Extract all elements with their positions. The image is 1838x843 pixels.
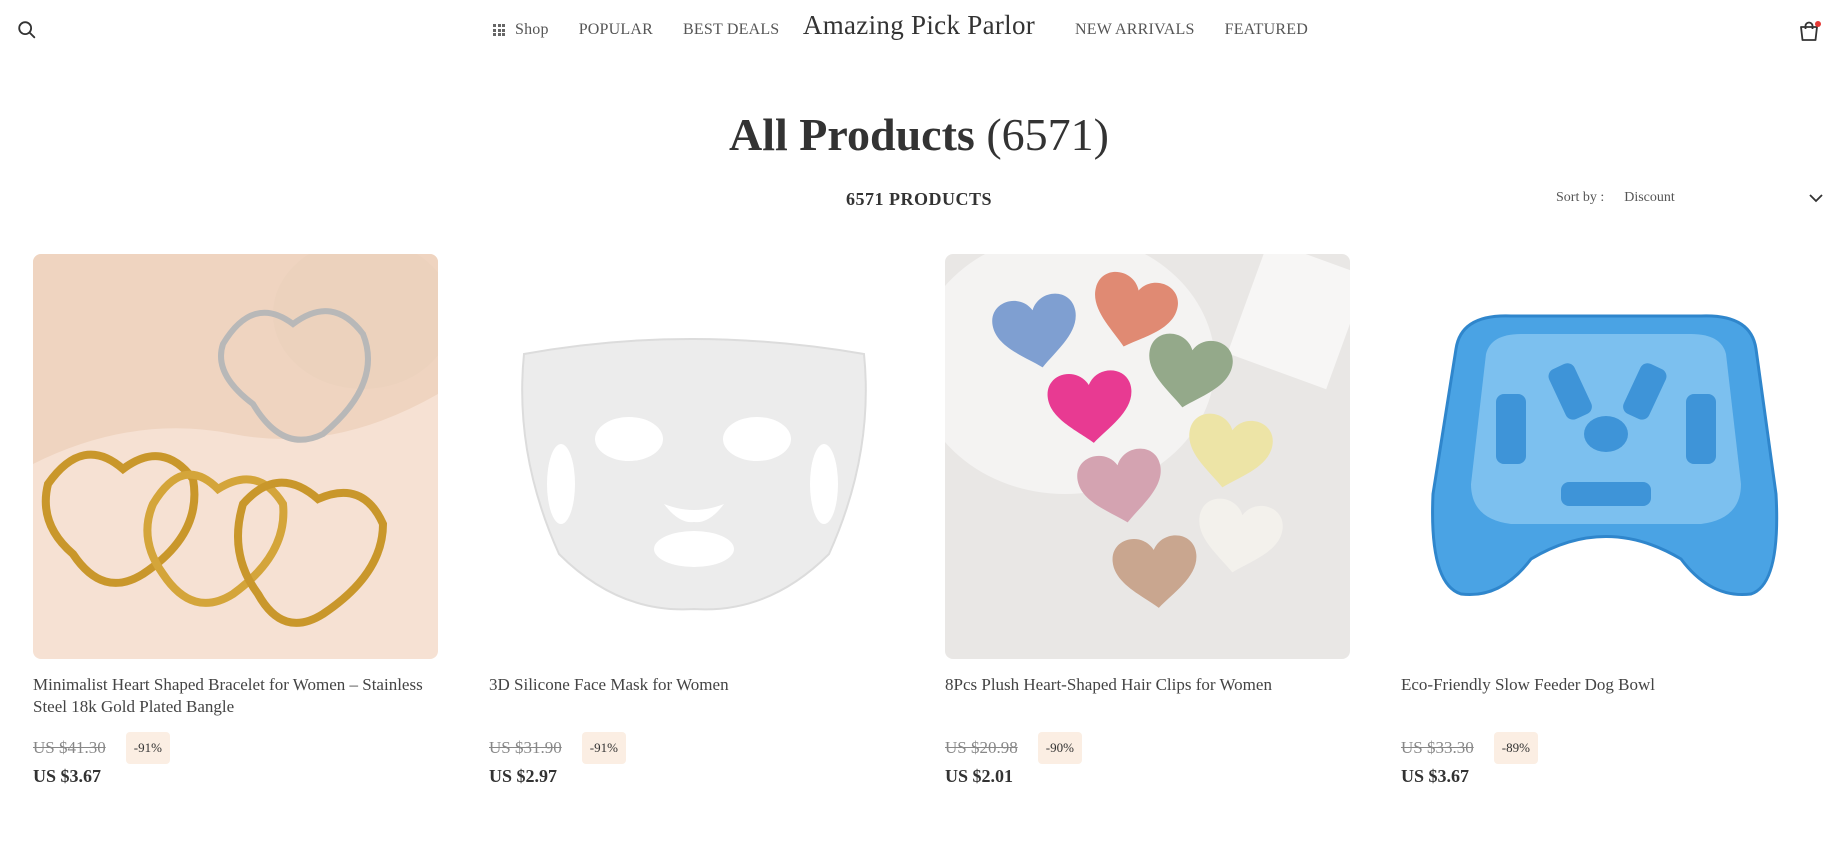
discount-badge: -91% xyxy=(581,732,626,764)
chevron-down-icon xyxy=(1809,194,1823,203)
discount-badge: -91% xyxy=(125,732,170,764)
product-title[interactable]: 3D Silicone Face Mask for Women xyxy=(489,674,894,718)
product-card[interactable]: Minimalist Heart Shaped Bracelet for Wom… xyxy=(33,254,438,787)
nav-item-popular[interactable]: POPULAR xyxy=(579,21,653,39)
page-title-count: (6571) xyxy=(986,109,1109,160)
nav-item-new-arrivals[interactable]: NEW ARRIVALS xyxy=(1075,21,1195,39)
discount-badge: -89% xyxy=(1493,732,1538,764)
sale-price: US $3.67 xyxy=(33,766,102,786)
grid-icon xyxy=(493,24,505,36)
discount-badge: -90% xyxy=(1037,732,1082,764)
nav-item-featured[interactable]: FEATURED xyxy=(1225,21,1308,39)
cart-badge xyxy=(1815,21,1821,27)
original-price: US $33.30 xyxy=(1401,738,1474,757)
silicone-face-mask-image[interactable] xyxy=(489,254,894,659)
original-price: US $31.90 xyxy=(489,738,562,757)
nav-item-label: POPULAR xyxy=(578,21,654,38)
site-header: Shop POPULAR BEST DEALS Amazing Pick Par… xyxy=(0,0,1838,60)
price-row: US $33.30 -89% xyxy=(1401,732,1806,764)
gold-heart-bangles-image[interactable] xyxy=(33,254,438,659)
brand-name[interactable]: Amazing Pick Parlor xyxy=(803,10,1035,40)
product-grid: Minimalist Heart Shaped Bracelet for Wom… xyxy=(33,254,1806,787)
plush-heart-hair-clips-image[interactable] xyxy=(945,254,1350,659)
product-card[interactable]: 8Pcs Plush Heart-Shaped Hair Clips for W… xyxy=(945,254,1350,787)
sale-price: US $3.67 xyxy=(1401,766,1470,786)
page-title-main: All Products xyxy=(729,109,975,160)
search-icon[interactable] xyxy=(16,19,38,41)
sort-control: Sort by : Discount xyxy=(1556,190,1824,206)
page-title: All Products (6571) xyxy=(0,108,1838,161)
product-card[interactable]: Eco-Friendly Slow Feeder Dog Bowl US $33… xyxy=(1401,254,1806,787)
nav-item-label: Shop xyxy=(515,21,549,38)
nav-item-shop[interactable]: Shop xyxy=(493,21,549,39)
product-title[interactable]: Minimalist Heart Shaped Bracelet for Wom… xyxy=(33,674,438,718)
sort-label: Sort by : xyxy=(1556,190,1605,205)
nav-item-label: BEST DEALS xyxy=(683,21,780,38)
cart-button[interactable] xyxy=(1797,19,1821,43)
nav-item-best-deals[interactable]: BEST DEALS xyxy=(683,21,779,39)
sale-price: US $2.01 xyxy=(945,766,1014,786)
product-title[interactable]: 8Pcs Plush Heart-Shaped Hair Clips for W… xyxy=(945,674,1350,718)
original-price: US $20.98 xyxy=(945,738,1018,757)
sort-value: Discount xyxy=(1624,190,1675,205)
sale-price: US $2.97 xyxy=(489,766,558,786)
original-price: US $41.30 xyxy=(33,738,106,757)
blue-slow-feeder-bowl-image[interactable] xyxy=(1401,254,1806,659)
nav-item-label: NEW ARRIVALS xyxy=(1075,21,1195,38)
sort-dropdown[interactable]: Discount xyxy=(1624,190,1824,206)
price-row: US $20.98 -90% xyxy=(945,732,1350,764)
price-row: US $41.30 -91% xyxy=(33,732,438,764)
nav-item-label: FEATURED xyxy=(1224,21,1308,38)
nav-left: Shop POPULAR BEST DEALS xyxy=(493,0,809,60)
product-card[interactable]: 3D Silicone Face Mask for Women US $31.9… xyxy=(489,254,894,787)
brand-logo: Amazing Pick Parlor xyxy=(0,10,1838,41)
product-title[interactable]: Eco-Friendly Slow Feeder Dog Bowl xyxy=(1401,674,1806,718)
nav-right: NEW ARRIVALS FEATURED xyxy=(1075,0,1338,60)
price-row: US $31.90 -91% xyxy=(489,732,894,764)
